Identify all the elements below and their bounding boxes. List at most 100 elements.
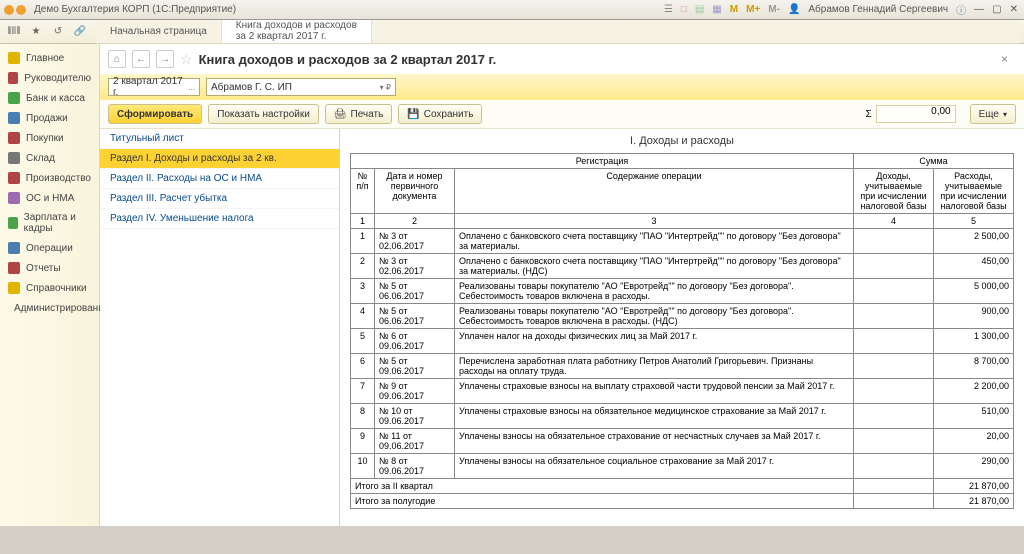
minimize-icon[interactable]: — <box>972 4 986 15</box>
cell-income <box>854 454 934 479</box>
cell-doc: № 6 от 09.06.2017 <box>375 329 455 354</box>
cell-text: Оплачено с банковского счета поставщику … <box>455 229 854 254</box>
cell-text: Уплачен налог на доходы физических лиц з… <box>455 329 854 354</box>
link-icon[interactable]: 🔗 <box>70 22 90 42</box>
tab-sublabel: за 2 квартал 2017 г. <box>236 31 357 42</box>
table-row[interactable]: 6 № 5 от 09.06.2017 Перечислена заработн… <box>351 354 1014 379</box>
cell-income <box>854 404 934 429</box>
cell-text: Реализованы товары покупателю "АО "Еврот… <box>455 279 854 304</box>
cell-income <box>854 229 934 254</box>
tab-label: Книга доходов и расходов <box>236 20 357 31</box>
section-list-item[interactable]: Раздел II. Расходы на ОС и НМА <box>100 169 339 189</box>
th-content: Содержание операции <box>455 169 854 214</box>
sidebar-item[interactable]: Справочники <box>0 278 99 298</box>
print-button[interactable]: 🖨Печать <box>325 104 392 124</box>
icon[interactable]: M+ <box>744 4 762 15</box>
history-icon[interactable]: ↺ <box>48 22 68 42</box>
save-button[interactable]: 💾Сохранить <box>398 104 482 124</box>
sidebar-item[interactable]: Операции <box>0 238 99 258</box>
cell-expense: 21 870,00 <box>934 494 1014 509</box>
sidebar-item-label: Склад <box>26 153 55 164</box>
cell-expense: 2 200,00 <box>934 379 1014 404</box>
sidebar-item-label: Банк и касса <box>26 93 85 104</box>
cell-expense: 8 700,00 <box>934 354 1014 379</box>
cell-income <box>854 304 934 329</box>
sidebar-item[interactable]: Покупки <box>0 128 99 148</box>
cell-income <box>854 354 934 379</box>
form-button[interactable]: Сформировать <box>108 104 202 124</box>
org-combo[interactable]: Абрамов Г. С. ИП ▾ ₽ <box>206 78 396 96</box>
sum-field[interactable]: 0,00 <box>876 105 956 123</box>
settings-button[interactable]: Показать настройки <box>208 104 319 124</box>
cell-income <box>854 379 934 404</box>
tab-current[interactable]: Книга доходов и расходов за 2 квартал 20… <box>222 20 372 43</box>
icon[interactable]: ☰ <box>662 4 675 15</box>
icon[interactable]: ▦ <box>710 4 723 15</box>
tab-home[interactable]: Начальная страница <box>96 20 222 43</box>
cell-income <box>854 254 934 279</box>
back-button[interactable]: ← <box>132 50 150 68</box>
period-combo[interactable]: 2 квартал 2017 г. ... <box>108 78 200 96</box>
cell-doc: № 11 от 09.06.2017 <box>375 429 455 454</box>
cell-expense: 2 500,00 <box>934 229 1014 254</box>
table-row[interactable]: 8 № 10 от 09.06.2017 Уплачены страховые … <box>351 404 1014 429</box>
cell-expense: 1 300,00 <box>934 329 1014 354</box>
th-reg: Регистрация <box>351 154 854 169</box>
cell-text: Уплачены страховые взносы на обязательно… <box>455 404 854 429</box>
sidebar-item[interactable]: Продажи <box>0 108 99 128</box>
sidebar-item[interactable]: Руководителю <box>0 68 99 88</box>
titlebar-right: ☰ □ ▤ ▦ M M+ M- 👤 Абрамов Геннадий Серге… <box>662 2 1020 17</box>
report-panel: I. Доходы и расходы Регистрация Сумма № … <box>340 129 1024 526</box>
sidebar-item-label: Зарплата и кадры <box>24 212 91 234</box>
sidebar-item[interactable]: Производство <box>0 168 99 188</box>
cell-income <box>854 329 934 354</box>
content-header: ⌂ ← → ☆ Книга доходов и расходов за 2 кв… <box>100 44 1024 74</box>
section-list-item[interactable]: Раздел IV. Уменьшение налога <box>100 209 339 229</box>
table-row[interactable]: 4 № 5 от 06.06.2017 Реализованы товары п… <box>351 304 1014 329</box>
table-row[interactable]: 1 № 3 от 02.06.2017 Оплачено с банковско… <box>351 229 1014 254</box>
sidebar-item[interactable]: Зарплата и кадры <box>0 208 99 238</box>
tab-label: Начальная страница <box>110 26 207 37</box>
table-row[interactable]: 5 № 6 от 09.06.2017 Уплачен налог на дох… <box>351 329 1014 354</box>
home-button[interactable]: ⌂ <box>108 50 126 68</box>
close-icon[interactable]: × <box>993 52 1016 66</box>
table-row[interactable]: 9 № 11 от 09.06.2017 Уплачены взносы на … <box>351 429 1014 454</box>
apps-icon[interactable]: ⦀⦀⦀ <box>4 22 24 42</box>
icon[interactable]: ▤ <box>693 4 706 15</box>
org-value: Абрамов Г. С. ИП <box>211 82 292 93</box>
icon[interactable]: M <box>728 4 740 15</box>
info-icon[interactable]: ⓘ <box>954 2 968 17</box>
nav-icon <box>8 262 20 274</box>
chevron-down-icon: ▾ ₽ <box>380 83 391 92</box>
icon[interactable]: M- <box>766 4 782 15</box>
save-icon: 💾 <box>407 109 419 120</box>
maximize-icon[interactable]: ▢ <box>990 4 1003 15</box>
nav-icon <box>8 282 20 294</box>
forward-button[interactable]: → <box>156 50 174 68</box>
section-list-item[interactable]: Титульный лист <box>100 129 339 149</box>
sidebar-item[interactable]: Банк и касса <box>0 88 99 108</box>
table-row[interactable]: 3 № 5 от 06.06.2017 Реализованы товары п… <box>351 279 1014 304</box>
sidebar-item[interactable]: Отчеты <box>0 258 99 278</box>
cell-num: 9 <box>351 429 375 454</box>
section-list-item[interactable]: Раздел III. Расчет убытка <box>100 189 339 209</box>
table-row[interactable]: 7 № 9 от 09.06.2017 Уплачены страховые в… <box>351 379 1014 404</box>
sidebar-item[interactable]: Главное <box>0 48 99 68</box>
th-date: Дата и номер первичного документа <box>375 169 455 214</box>
star-icon[interactable]: ★ <box>26 22 46 42</box>
cell-num: 5 <box>351 329 375 354</box>
sidebar-item[interactable]: Администрирование <box>0 298 99 318</box>
sidebar-item[interactable]: ОС и НМА <box>0 188 99 208</box>
th-num: № п/п <box>351 169 375 214</box>
sidebar-item[interactable]: Склад <box>0 148 99 168</box>
more-button[interactable]: Еще ▾ <box>970 104 1016 124</box>
icon[interactable]: □ <box>679 4 689 15</box>
cell-income <box>854 494 934 509</box>
table-row[interactable]: 10 № 8 от 09.06.2017 Уплачены взносы на … <box>351 454 1014 479</box>
cell-text: Реализованы товары покупателю "АО "Еврот… <box>455 304 854 329</box>
table-row[interactable]: 2 № 3 от 02.06.2017 Оплачено с банковско… <box>351 254 1014 279</box>
section-list-item[interactable]: Раздел I. Доходы и расходы за 2 кв. <box>100 149 339 169</box>
star-icon[interactable]: ☆ <box>180 51 193 68</box>
cell-text: Уплачены взносы на обязательное страхова… <box>455 429 854 454</box>
close-icon[interactable]: ✕ <box>1008 4 1020 15</box>
